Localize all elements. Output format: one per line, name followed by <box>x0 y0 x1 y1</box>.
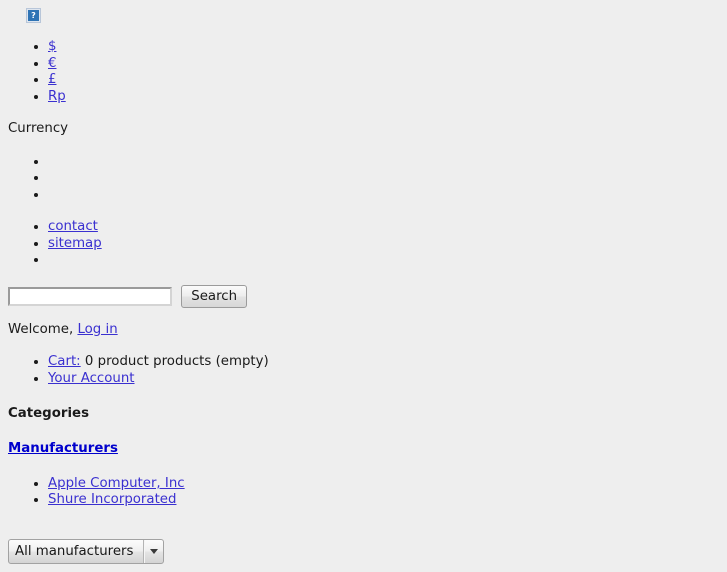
account-bar: Welcome, Log in <box>8 322 719 339</box>
currency-link-eur[interactable]: € <box>48 56 56 71</box>
broken-image-icon-glyph: ? <box>31 11 36 20</box>
page-root: ? $ € £ Rp Currency contact sitemap Sear… <box>0 0 727 572</box>
broken-image-icon[interactable]: ? <box>26 8 41 23</box>
manufacturers-list: Apple Computer, Inc Shure Incorporated <box>8 476 719 509</box>
list-item[interactable]: contact <box>48 219 719 236</box>
list-item[interactable]: sitemap <box>48 236 719 253</box>
login-link[interactable]: Log in <box>77 322 117 337</box>
cart-list: Cart: 0 product products (empty) Your Ac… <box>8 354 719 387</box>
search-button[interactable]: Search <box>181 284 248 308</box>
chevron-down-icon-glyph <box>149 548 158 554</box>
search-form: Search <box>8 284 719 308</box>
list-item[interactable] <box>48 252 719 269</box>
welcome-text: Welcome, <box>8 321 74 337</box>
list-item[interactable]: € <box>48 56 719 73</box>
list-item[interactable]: Shure Incorporated <box>48 492 719 509</box>
categories-heading: Categories <box>8 405 89 421</box>
manufacturers-heading-link[interactable]: Manufacturers <box>8 441 118 456</box>
list-item[interactable] <box>48 170 719 187</box>
manufacturers-select[interactable]: All manufacturers <box>8 538 164 564</box>
list-item[interactable]: $ <box>48 39 719 56</box>
list-item[interactable] <box>48 154 719 171</box>
currency-list: $ € £ Rp <box>8 39 719 105</box>
manufacturers-heading: Manufacturers <box>8 441 719 458</box>
header-logo[interactable]: ? <box>8 8 719 23</box>
search-input[interactable] <box>8 286 172 306</box>
blank-nav-list <box>8 154 719 204</box>
your-account-link[interactable]: Your Account <box>48 371 135 386</box>
manufacturer-link-shure[interactable]: Shure Incorporated <box>48 492 176 507</box>
list-item[interactable]: Your Account <box>48 371 719 388</box>
list-item[interactable]: £ <box>48 72 719 89</box>
list-item[interactable]: Apple Computer, Inc <box>48 476 719 493</box>
list-item[interactable]: Cart: 0 product products (empty) <box>48 354 719 371</box>
currency-caption: Currency <box>8 121 69 136</box>
currency-link-gbp[interactable]: £ <box>48 72 56 87</box>
chevron-down-icon[interactable] <box>144 540 163 563</box>
currency-link-usd[interactable]: $ <box>48 39 56 54</box>
currency-link-idr[interactable]: Rp <box>48 89 66 104</box>
nav-link-contact[interactable]: contact <box>48 219 98 234</box>
manufacturers-select-value: All manufacturers <box>15 543 134 559</box>
manufacturer-link-apple[interactable]: Apple Computer, Inc <box>48 476 185 491</box>
nav-link-sitemap[interactable]: sitemap <box>48 236 102 251</box>
footer-nav-list: contact sitemap <box>8 219 719 269</box>
cart-summary-text: 0 product products (empty) <box>84 354 269 370</box>
list-item[interactable]: Rp <box>48 89 719 106</box>
cart-link[interactable]: Cart: <box>48 354 81 369</box>
list-item[interactable] <box>48 187 719 204</box>
